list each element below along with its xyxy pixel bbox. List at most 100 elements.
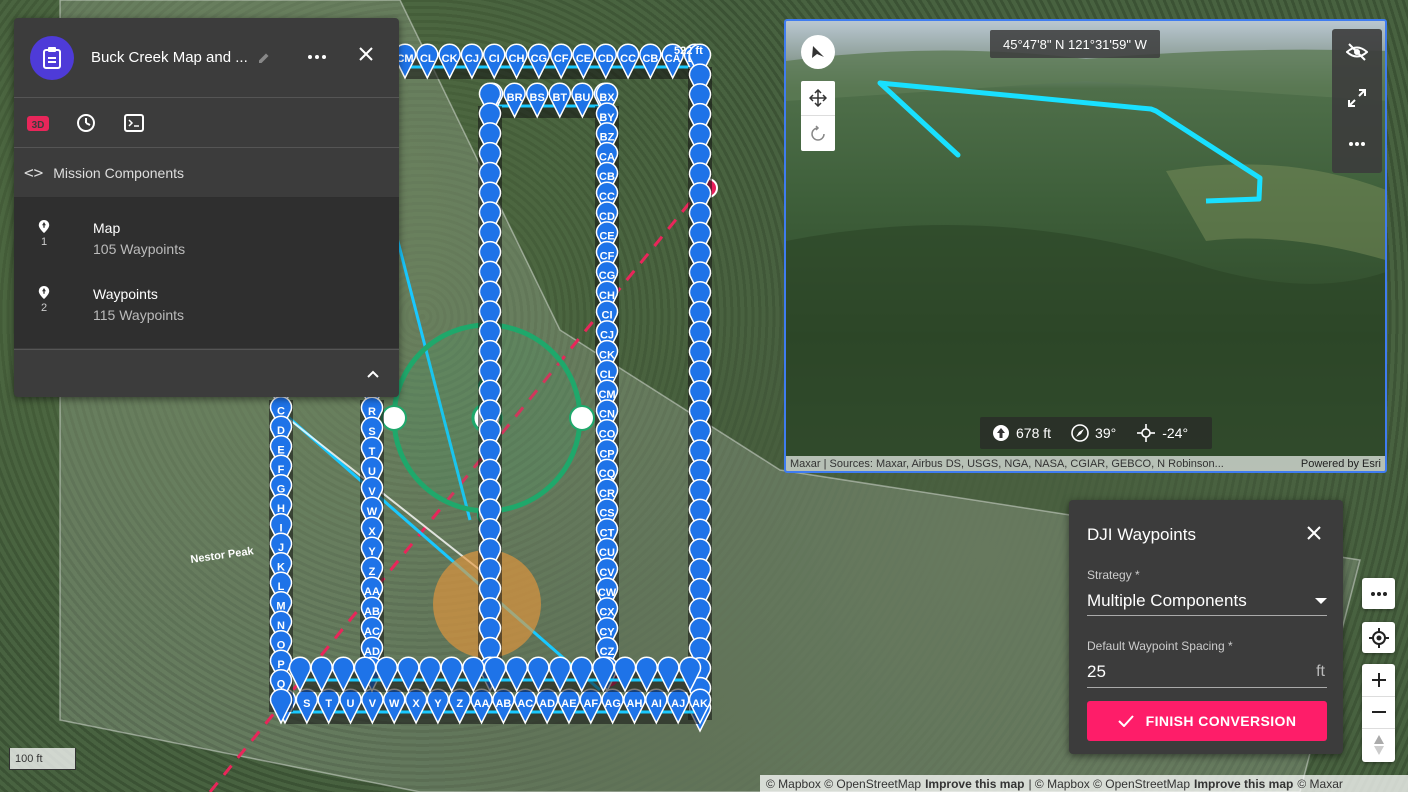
pin-icon: 2 bbox=[36, 286, 52, 314]
waypoint-label: AG bbox=[604, 698, 621, 710]
waypoint-label: CO bbox=[599, 428, 616, 440]
improve-map-link[interactable]: Improve this map bbox=[1194, 777, 1293, 791]
close-icon[interactable] bbox=[352, 40, 380, 68]
check-icon bbox=[1117, 715, 1134, 727]
waypoint-label: X bbox=[412, 698, 420, 710]
waypoint-label: S bbox=[303, 698, 310, 710]
waypoint-label: CE bbox=[599, 231, 614, 243]
waypoint-label: AC bbox=[364, 626, 380, 638]
3d-preview[interactable]: 45°47'8" N 121°31'59" W 678 ft 39° -24° … bbox=[784, 19, 1387, 473]
chevron-up-icon[interactable] bbox=[363, 364, 383, 384]
waypoint-label: CJ bbox=[465, 53, 479, 65]
waypoint-label: AI bbox=[651, 698, 662, 710]
waypoint-label: CY bbox=[599, 626, 615, 638]
rotate-icon[interactable] bbox=[801, 116, 835, 151]
finish-conversion-button[interactable]: FINISH CONVERSION bbox=[1087, 701, 1327, 741]
component-item-waypoints[interactable]: 2 Waypoints 115 Waypoints bbox=[14, 264, 399, 330]
strategy-select[interactable]: Multiple Components bbox=[1087, 586, 1327, 616]
orbit-handle-left[interactable] bbox=[381, 405, 407, 431]
fullscreen-icon[interactable] bbox=[1332, 75, 1382, 121]
waypoint-label: Z bbox=[369, 566, 376, 578]
waypoint-label: BU bbox=[574, 92, 590, 104]
zoom-in-button[interactable] bbox=[1362, 664, 1395, 697]
waypoint-label: CK bbox=[442, 53, 458, 65]
altitude-value: 678 ft bbox=[1016, 425, 1052, 441]
waypoint-label: AB bbox=[364, 606, 380, 618]
waypoint-label: CC bbox=[599, 191, 615, 203]
orbit-handle-right[interactable] bbox=[569, 405, 595, 431]
waypoint-label: AJ bbox=[671, 698, 685, 710]
waypoint-label: AH bbox=[627, 698, 643, 710]
strategy-value: Multiple Components bbox=[1087, 590, 1247, 610]
improve-map-link[interactable]: Improve this map bbox=[925, 777, 1024, 791]
close-icon[interactable] bbox=[1303, 522, 1325, 544]
locate-button[interactable] bbox=[1362, 622, 1395, 653]
waypoint-label: CV bbox=[599, 567, 615, 579]
dji-waypoints-panel: DJI Waypoints Strategy * Multiple Compon… bbox=[1069, 500, 1343, 754]
mission-header: Buck Creek Map and ... bbox=[14, 18, 399, 98]
pencil-icon[interactable] bbox=[257, 51, 271, 65]
waypoint-label: CR bbox=[599, 488, 615, 500]
waypoint-label: CI bbox=[602, 310, 613, 322]
waypoint-label: BY bbox=[599, 112, 615, 124]
waypoint-label: CL bbox=[420, 53, 435, 65]
terminal-icon[interactable] bbox=[122, 111, 146, 135]
waypoint-label: CG bbox=[599, 270, 616, 282]
waypoint-label: CH bbox=[599, 290, 615, 302]
3d-icon[interactable]: 3D bbox=[26, 111, 50, 135]
map-scale: 100 ft bbox=[9, 748, 76, 770]
history-icon[interactable] bbox=[74, 111, 98, 135]
finish-label: FINISH CONVERSION bbox=[1145, 713, 1297, 729]
component-item-map[interactable]: 1 Map 105 Waypoints bbox=[14, 198, 399, 264]
mission-panel: Buck Creek Map and ... 3D <> Mission Com… bbox=[14, 18, 399, 397]
waypoint-label: X bbox=[368, 526, 376, 538]
waypoint-label: V bbox=[369, 698, 377, 710]
waypoint-label: U bbox=[347, 698, 355, 710]
locate-icon bbox=[1368, 627, 1389, 648]
attribution-sources: Maxar | Sources: Maxar, Airbus DS, USGS,… bbox=[790, 457, 1224, 470]
map-more-button[interactable] bbox=[1362, 578, 1395, 609]
spacing-value: 25 bbox=[1087, 661, 1106, 681]
waypoint-label: CS bbox=[599, 508, 614, 520]
gimbal-value: -24° bbox=[1162, 425, 1189, 441]
component-detail: 115 Waypoints bbox=[93, 307, 185, 323]
waypoint-label: CH bbox=[509, 53, 525, 65]
waypoint-label: CD bbox=[598, 53, 614, 65]
waypoint-label: Y bbox=[368, 546, 376, 558]
pan-icon[interactable] bbox=[801, 81, 835, 116]
attribution-text: © Mapbox © OpenStreetMap bbox=[766, 776, 922, 791]
waypoint-label: R bbox=[368, 406, 376, 418]
3d-attribution: Maxar | Sources: Maxar, Airbus DS, USGS,… bbox=[786, 456, 1385, 471]
waypoint-label: U bbox=[368, 466, 376, 478]
waypoint-label: T bbox=[369, 446, 376, 458]
hide-eye-icon[interactable] bbox=[1332, 29, 1382, 75]
compass-icon[interactable] bbox=[801, 35, 835, 69]
waypoint-label: CZ bbox=[600, 646, 615, 658]
waypoint-label: CF bbox=[600, 250, 615, 262]
mission-title[interactable]: Buck Creek Map and ... bbox=[91, 49, 251, 66]
zoom-out-button[interactable] bbox=[1362, 697, 1395, 730]
mission-components-header[interactable]: <> Mission Components bbox=[14, 148, 399, 198]
waypoint-label: CC bbox=[620, 53, 636, 65]
mission-footer bbox=[14, 349, 399, 397]
waypoint-label: CB bbox=[599, 171, 615, 183]
waypoint-label: CG bbox=[531, 53, 548, 65]
spacing-input[interactable]: 25 ft bbox=[1087, 656, 1327, 688]
component-number: 2 bbox=[40, 302, 48, 314]
waypoint-label: AA bbox=[364, 586, 380, 598]
waypoint-label: CU bbox=[599, 547, 615, 559]
waypoint-label: AA bbox=[474, 698, 490, 710]
more-options-icon[interactable] bbox=[304, 44, 330, 70]
waypoint-label: CL bbox=[600, 369, 615, 381]
waypoint-label: BR bbox=[507, 92, 523, 104]
compass-button[interactable] bbox=[1362, 729, 1395, 762]
waypoint-label: CE bbox=[576, 53, 591, 65]
clipboard-icon[interactable] bbox=[30, 35, 74, 80]
component-name: Map bbox=[93, 220, 121, 236]
waypoint-label: AB bbox=[495, 698, 511, 710]
svg-text:3D: 3D bbox=[32, 120, 45, 131]
powered-by[interactable]: Powered by Esri bbox=[1301, 458, 1381, 470]
attribution-text: © Maxar bbox=[1297, 776, 1343, 791]
more-options-icon[interactable] bbox=[1332, 121, 1382, 167]
waypoint-label: CJ bbox=[600, 330, 614, 342]
